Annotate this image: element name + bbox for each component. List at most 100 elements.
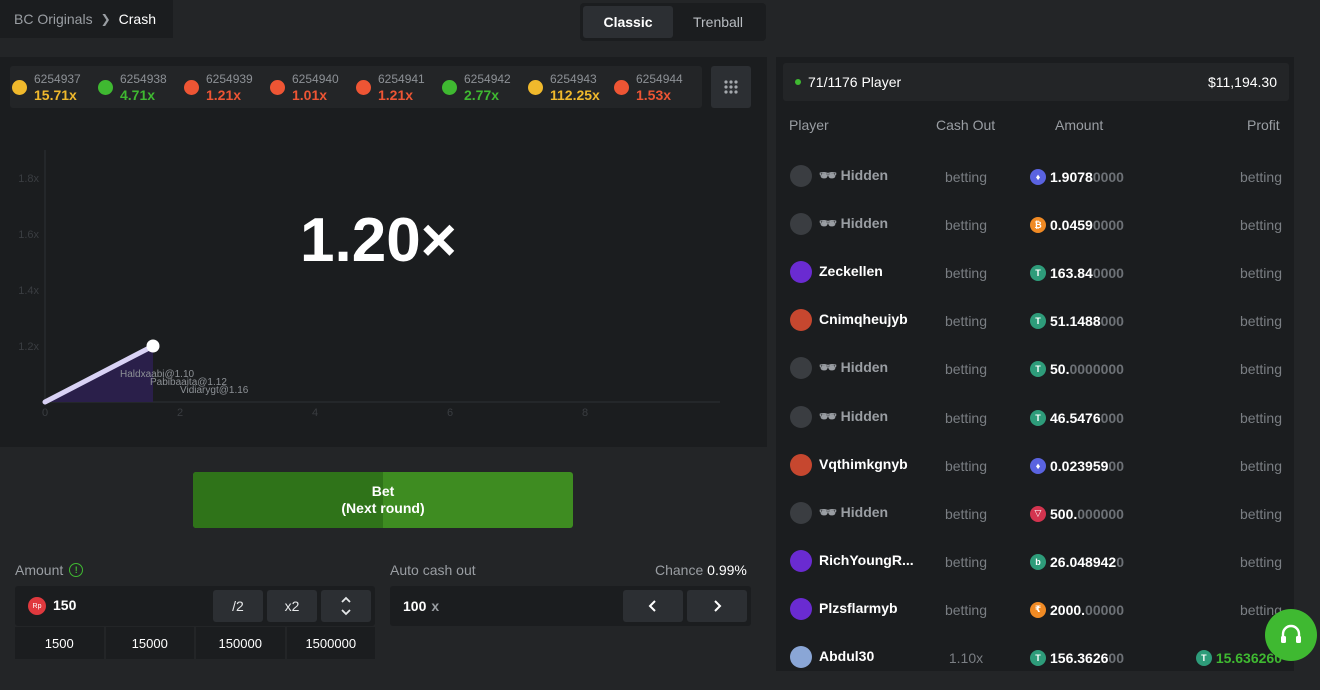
- avatar[interactable]: [790, 309, 812, 332]
- result-dot-icon: [356, 80, 371, 95]
- player-name[interactable]: Plzsflarmyb: [819, 600, 919, 616]
- profit-status: betting: [1239, 553, 1282, 570]
- avatar[interactable]: [790, 165, 812, 187]
- avatar[interactable]: [790, 646, 812, 668]
- bet-button-sublabel: (Next round): [341, 500, 425, 516]
- player-name[interactable]: 🕶︎ Hidden: [819, 504, 919, 521]
- amount-main: 0.023959: [1050, 457, 1109, 474]
- support-chat-button[interactable]: [1265, 609, 1317, 661]
- player-name[interactable]: RichYoungR...: [819, 552, 919, 568]
- history-item[interactable]: 6254938 4.71x: [98, 66, 184, 108]
- auto-cashout-label: Auto cash out: [390, 562, 476, 578]
- history-item[interactable]: 6254944 1.53x: [614, 66, 700, 108]
- player-name[interactable]: Vqthimkgnyb: [819, 456, 919, 472]
- profit-status: betting: [1239, 409, 1282, 426]
- usdt-coin-icon: T: [1030, 650, 1046, 666]
- player-name[interactable]: 🕶︎ Hidden: [819, 408, 919, 425]
- history-item[interactable]: 6254937 15.71x: [12, 66, 98, 108]
- tab-trenball[interactable]: Trenball: [673, 6, 763, 38]
- round-id: 6254939: [206, 72, 253, 86]
- player-row[interactable]: Cnimqheujyb betting T 51.1488000 betting: [783, 305, 1289, 353]
- auto-cashout-value-group[interactable]: 100 x: [403, 598, 439, 614]
- player-row[interactable]: RichYoungR... betting b 26.0489420 betting: [783, 546, 1289, 594]
- half-button[interactable]: /2: [213, 590, 263, 622]
- usdt-coin-icon: T: [1030, 409, 1046, 426]
- player-name[interactable]: 🕶︎ Hidden: [819, 167, 919, 184]
- preset-1500000[interactable]: 1500000: [287, 627, 376, 659]
- avatar[interactable]: [790, 501, 812, 524]
- player-row[interactable]: 🕶︎ Hidden betting ▽ 500.000000 betting: [783, 498, 1289, 546]
- history-item[interactable]: 6254940 1.01x: [270, 66, 356, 108]
- y-tick-label: 1.2x: [18, 341, 39, 353]
- player-row[interactable]: Plzsflarmyb betting ₹2000.00000 betting: [783, 594, 1289, 642]
- amount-input[interactable]: Rp 150 /2 x2: [15, 586, 375, 626]
- amount-trailing-zeros: 0: [1116, 553, 1124, 570]
- amount-main: 156.3626: [1050, 650, 1109, 666]
- amount-trailing-zeros: 0000: [1092, 217, 1124, 234]
- player-row[interactable]: Vqthimkgnyb betting ♦ 0.02395900 betting: [783, 450, 1289, 498]
- cashout-status: betting: [944, 601, 988, 618]
- preset-15000[interactable]: 15000: [106, 627, 196, 659]
- amount-slider-toggle[interactable]: [321, 590, 371, 622]
- bet-button[interactable]: Bet (Next round): [193, 472, 573, 528]
- avatar[interactable]: [790, 261, 812, 284]
- amount-trailing-zeros: 000: [1100, 313, 1124, 330]
- avatar[interactable]: [790, 597, 812, 620]
- player-row[interactable]: 🕶︎ Hidden betting ₿ 0.04590000 betting: [783, 209, 1289, 257]
- preset-1500[interactable]: 1500: [15, 627, 106, 659]
- player-name[interactable]: 🕶︎ Hidden: [819, 359, 919, 376]
- increase-cashout-button[interactable]: [687, 590, 747, 622]
- player-name[interactable]: Cnimqheujyb: [819, 311, 919, 327]
- bet-button-label: Bet: [371, 483, 395, 499]
- history-item[interactable]: 6254943 112.25x: [528, 66, 614, 108]
- profit-value: T 15.636260: [1195, 650, 1282, 666]
- info-icon[interactable]: !: [69, 563, 84, 577]
- avatar[interactable]: [790, 405, 812, 428]
- avatar[interactable]: [790, 453, 812, 476]
- round-id: 6254941: [378, 72, 425, 86]
- amount-trailing-zeros: 000000: [1077, 505, 1124, 522]
- auto-cashout-input[interactable]: 100 x: [390, 586, 751, 626]
- player-row[interactable]: Abdul30 1.10x T 156.362600 T 15.636260: [783, 642, 1289, 690]
- amount-value[interactable]: 150: [53, 597, 76, 613]
- auto-cashout-value[interactable]: 100: [403, 598, 426, 614]
- avatar[interactable]: [790, 213, 812, 236]
- double-button[interactable]: x2: [267, 590, 317, 622]
- preset-150000[interactable]: 150000: [196, 627, 287, 659]
- avatar[interactable]: [790, 357, 812, 380]
- amount-trailing-zeros: 0000: [1092, 169, 1124, 185]
- breadcrumb-parent-link[interactable]: BC Originals: [14, 11, 93, 27]
- usdt-coin-icon: T: [1030, 265, 1046, 282]
- decrease-cashout-button[interactable]: [623, 590, 683, 622]
- history-item[interactable]: 6254939 1.21x: [184, 66, 270, 108]
- amount-main: 163.84: [1050, 265, 1093, 282]
- profit-status: betting: [1239, 361, 1282, 378]
- amount-presets: 1500 15000 150000 1500000: [15, 627, 375, 659]
- player-name[interactable]: Abdul30: [819, 648, 919, 664]
- bet-amount: ₹2000.00000: [1030, 601, 1124, 618]
- history-grid-button[interactable]: [711, 66, 751, 108]
- player-row[interactable]: 🕶︎ Hidden betting T 46.5476000 betting: [783, 402, 1289, 450]
- column-header-profit: Profit: [1247, 117, 1280, 133]
- avatar[interactable]: [790, 549, 812, 572]
- round-history: 6254937 15.71x 6254938 4.71x 6254939 1.21x 625…: [10, 66, 702, 108]
- profit-status: betting: [1239, 265, 1282, 282]
- player-name-text: Cnimqheujyb: [819, 311, 908, 328]
- player-name-text: Vqthimkgnyb: [819, 455, 908, 472]
- history-item[interactable]: 6254941 1.21x: [356, 66, 442, 108]
- cashout-status: betting: [944, 265, 988, 282]
- player-row[interactable]: 🕶︎ Hidden betting T 50.0000000 betting: [783, 353, 1289, 401]
- player-name[interactable]: 🕶︎ Hidden: [819, 215, 919, 232]
- tab-classic[interactable]: Classic: [583, 6, 673, 38]
- player-row[interactable]: 🕶︎ Hidden betting ♦ 1.90780000 betting: [783, 161, 1289, 209]
- cashout-status: betting: [944, 217, 988, 234]
- bet-amount: T 51.1488000: [1030, 313, 1124, 330]
- rupiah-currency-icon[interactable]: Rp: [28, 597, 46, 615]
- history-item[interactable]: 6254942 2.77x: [442, 66, 528, 108]
- amount-trailing-zeros: 0000: [1092, 265, 1124, 282]
- player-row[interactable]: Zeckellen betting T 163.840000 betting: [783, 257, 1289, 305]
- bet-amount: ♦ 0.02395900: [1030, 457, 1124, 474]
- x-tick-label: 8: [582, 407, 588, 419]
- player-name[interactable]: Zeckellen: [819, 263, 919, 279]
- x-tick-label: 0: [42, 407, 48, 419]
